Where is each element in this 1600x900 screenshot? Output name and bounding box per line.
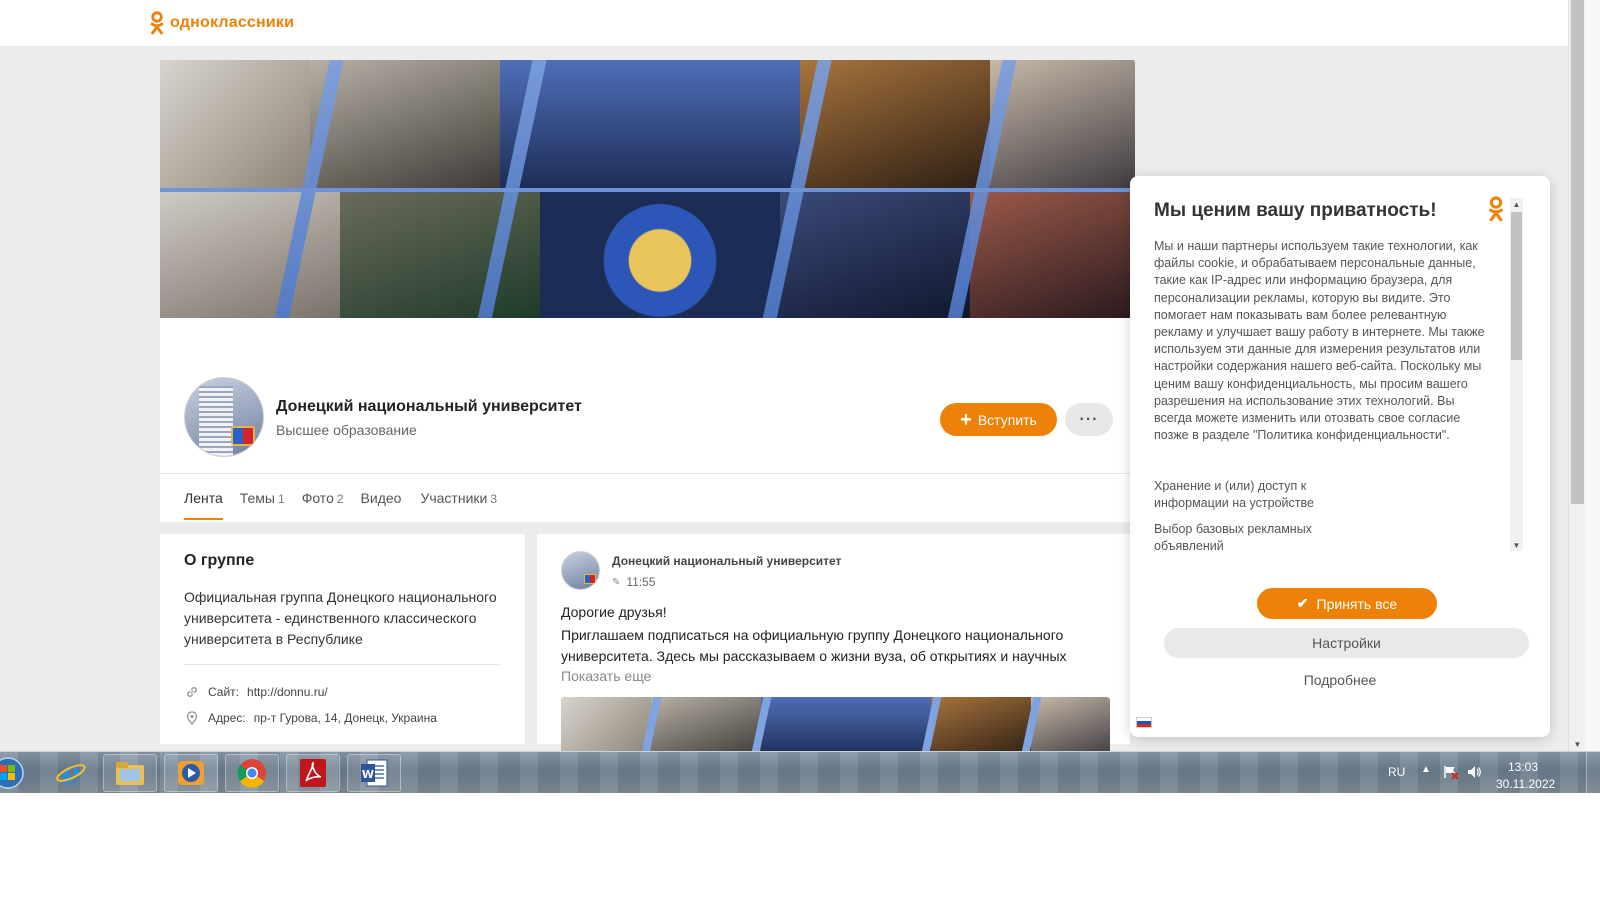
site-label: Сайт: bbox=[208, 685, 240, 699]
pencil-icon: ✎ bbox=[612, 576, 621, 588]
tray-language[interactable]: RU bbox=[1388, 765, 1405, 779]
privacy-purpose-storage[interactable]: Хранение и (или) доступ к информации на … bbox=[1154, 478, 1354, 512]
tab-members[interactable]: Участники 3 bbox=[420, 490, 497, 520]
divider bbox=[160, 473, 1130, 474]
word-icon[interactable]: W bbox=[347, 754, 401, 792]
show-desktop-button[interactable] bbox=[1586, 752, 1600, 794]
site-header: одноклассники bbox=[0, 0, 1568, 47]
address-value: пр-т Гурова, 14, Донецк, Украина bbox=[253, 711, 437, 725]
file-explorer-icon[interactable] bbox=[103, 754, 157, 792]
address-label: Адрес: bbox=[208, 711, 246, 725]
group-tabs: Лента Темы 1 Фото 2 Видео Участники 3 bbox=[184, 490, 514, 520]
action-center-flag-icon[interactable] bbox=[1443, 765, 1459, 779]
language-flag-icon[interactable] bbox=[1136, 717, 1152, 728]
tab-photos[interactable]: Фото 2 bbox=[302, 490, 344, 520]
page-scrollbar-thumb[interactable] bbox=[1571, 0, 1584, 504]
accept-label: Принять все bbox=[1316, 595, 1398, 612]
ok-logo[interactable]: одноклассники bbox=[150, 11, 294, 35]
join-button[interactable]: + Вступить bbox=[940, 403, 1057, 436]
group-header-card: Донецкий национальный университет Высшее… bbox=[160, 318, 1130, 522]
screen: одноклассники Донецкий национальный унив… bbox=[0, 0, 1600, 900]
blank-area bbox=[0, 793, 1600, 900]
privacy-scroll-area[interactable]: Мы ценим вашу приватность! Мы и наши пар… bbox=[1130, 176, 1510, 556]
feed-post: Донецкий национальный университет ✎ 11:5… bbox=[537, 534, 1130, 757]
ok-logo-icon bbox=[1489, 196, 1503, 222]
scroll-up-arrow-icon[interactable]: ▲ bbox=[1510, 198, 1523, 210]
privacy-scrollbar[interactable]: ▲ ▼ bbox=[1510, 198, 1523, 551]
post-greeting: Дорогие друзья! bbox=[561, 604, 667, 620]
media-player-icon[interactable] bbox=[164, 754, 218, 792]
post-author-avatar[interactable] bbox=[561, 551, 600, 590]
scrollbar-thumb[interactable] bbox=[1511, 212, 1522, 360]
ok-logo-icon bbox=[150, 11, 164, 35]
about-description: Официальная группа Донецкого национально… bbox=[184, 589, 497, 647]
privacy-purpose-ads[interactable]: Выбор базовых рекламных объявлений bbox=[1154, 521, 1354, 555]
acrobat-reader-icon[interactable] bbox=[286, 754, 340, 792]
volume-icon[interactable] bbox=[1466, 764, 1482, 780]
clock-time[interactable]: 13:03 bbox=[1508, 760, 1538, 774]
more-icon: ··· bbox=[1079, 410, 1099, 428]
settings-button[interactable]: Настройки bbox=[1164, 628, 1529, 658]
location-pin-icon bbox=[184, 710, 200, 726]
about-site-row: Сайт: http://donnu.ru/ bbox=[184, 684, 328, 700]
post-time: ✎ 11:55 bbox=[612, 575, 656, 589]
show-more-link[interactable]: Показать еще bbox=[561, 668, 651, 684]
link-icon bbox=[184, 684, 200, 700]
scroll-down-arrow-icon[interactable]: ▼ bbox=[1510, 539, 1523, 551]
privacy-body-text: Мы и наши партнеры используем такие техн… bbox=[1154, 239, 1485, 443]
post-image[interactable] bbox=[561, 697, 1110, 757]
privacy-title: Мы ценим вашу приватность! bbox=[1154, 200, 1437, 221]
group-category: Высшее образование bbox=[276, 422, 417, 438]
checkmark-icon: ✔ bbox=[1296, 595, 1309, 611]
windows-taskbar: e W RU ▲ 13:03 30.11.2022 bbox=[0, 751, 1600, 794]
tab-videos[interactable]: Видео bbox=[361, 490, 402, 520]
internet-explorer-icon[interactable]: e bbox=[44, 754, 98, 792]
logo-text: одноклассники bbox=[170, 14, 295, 31]
privacy-consent-dialog: Мы ценим вашу приватность! Мы и наши пар… bbox=[1130, 176, 1550, 737]
about-title: О группе bbox=[184, 552, 255, 569]
group-name[interactable]: Донецкий национальный университет bbox=[276, 398, 582, 416]
chrome-icon[interactable] bbox=[225, 754, 279, 792]
divider bbox=[184, 664, 501, 665]
group-cover-image bbox=[160, 60, 1135, 318]
tab-feed[interactable]: Лента bbox=[184, 490, 223, 520]
window-edge bbox=[1585, 0, 1600, 751]
page-scrollbar[interactable]: ▼ bbox=[1568, 0, 1585, 751]
plus-icon: + bbox=[960, 408, 972, 431]
about-address-row: Адрес: пр-т Гурова, 14, Донецк, Украина bbox=[184, 710, 437, 726]
scroll-down-arrow-icon[interactable]: ▼ bbox=[1569, 738, 1586, 750]
site-link[interactable]: http://donnu.ru/ bbox=[247, 685, 328, 699]
post-author[interactable]: Донецкий национальный университет bbox=[612, 554, 841, 568]
accept-all-button[interactable]: ✔ Принять все bbox=[1257, 588, 1437, 619]
tray-expand-icon[interactable]: ▲ bbox=[1421, 764, 1431, 775]
more-options-button[interactable]: ··· bbox=[1065, 403, 1113, 436]
svg-text:W: W bbox=[362, 768, 374, 781]
post-text: Приглашаем подписаться на официальную гр… bbox=[561, 627, 1067, 664]
post-time-value: 11:55 bbox=[626, 575, 656, 589]
details-link[interactable]: Подробнее bbox=[1130, 672, 1550, 688]
clock-date[interactable]: 30.11.2022 bbox=[1496, 777, 1555, 791]
tab-topics[interactable]: Темы 1 bbox=[240, 490, 285, 520]
join-label: Вступить bbox=[977, 411, 1037, 428]
group-avatar[interactable] bbox=[184, 377, 264, 457]
svg-text:e: e bbox=[61, 756, 81, 790]
start-button[interactable] bbox=[0, 754, 30, 792]
